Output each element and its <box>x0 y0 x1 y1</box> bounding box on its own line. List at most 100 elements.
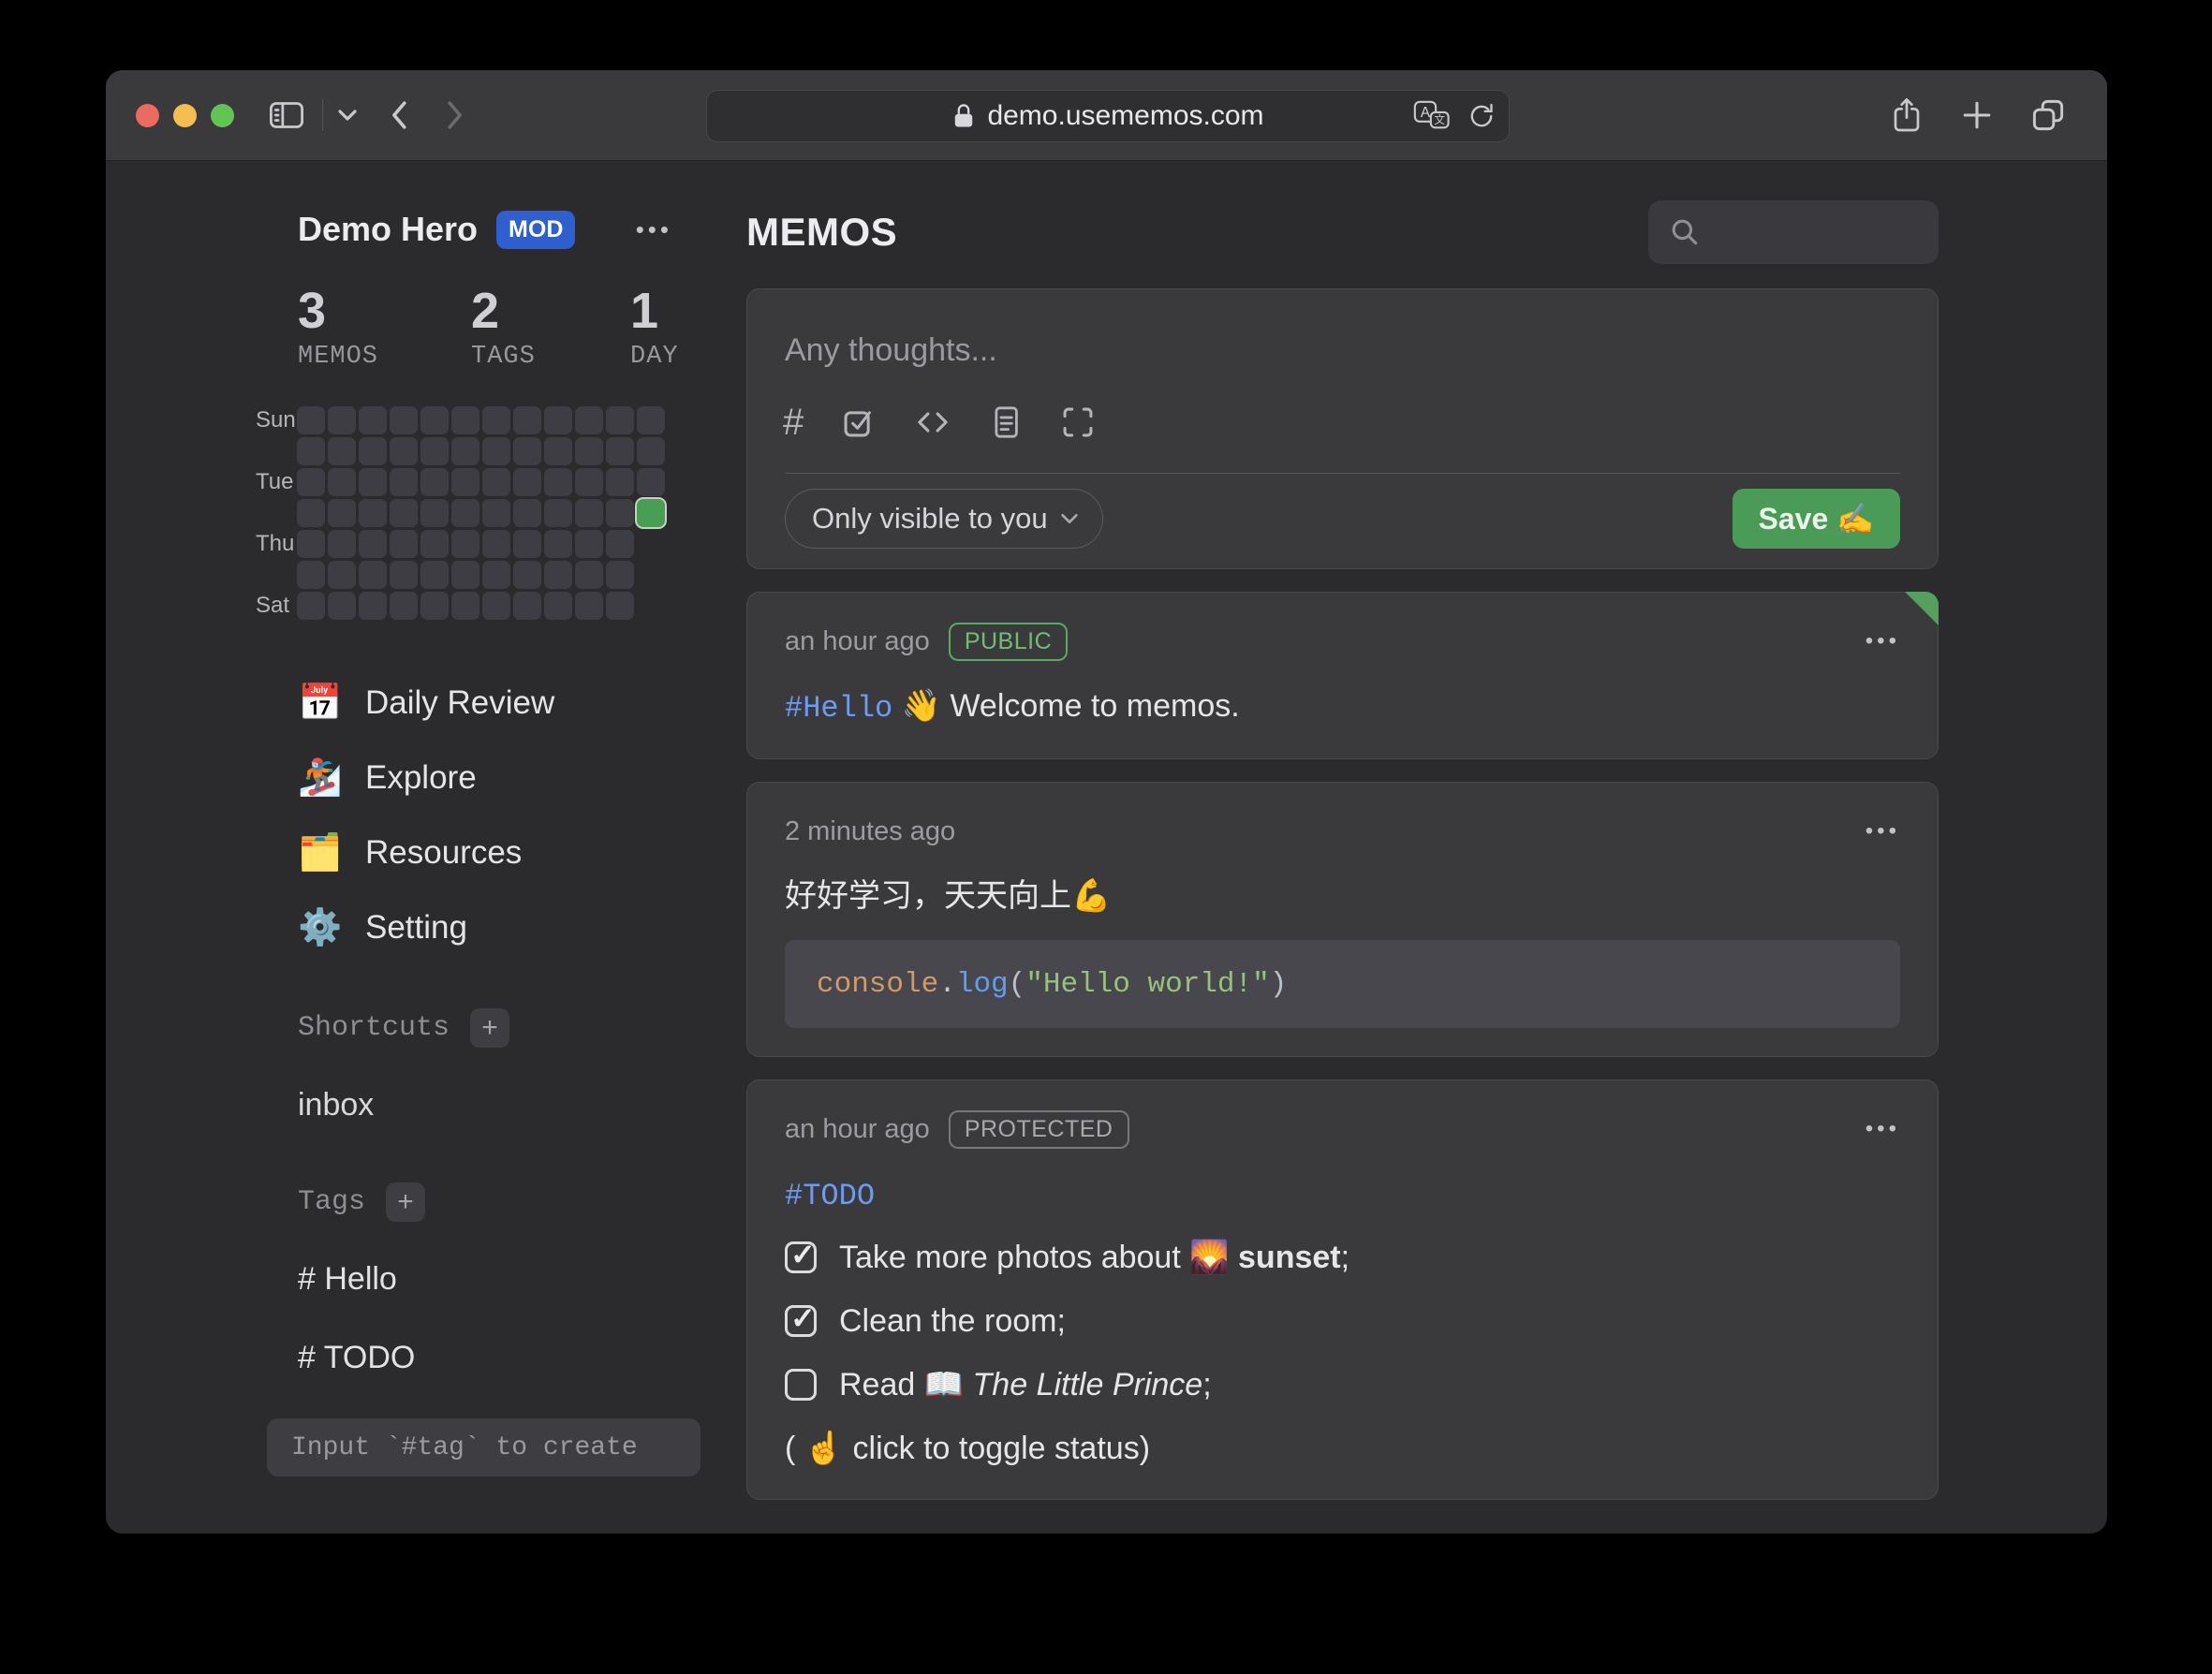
heatmap-cell <box>420 561 449 589</box>
heatmap-cell <box>544 530 572 558</box>
share-button[interactable] <box>1890 96 1924 134</box>
user-menu-button[interactable]: ••• <box>636 215 672 244</box>
minimize-window-button[interactable] <box>173 104 197 127</box>
heatmap-cell <box>575 592 603 620</box>
heatmap-cell <box>359 406 387 434</box>
heatmap-cell <box>606 406 634 434</box>
heatmap-cell <box>451 561 479 589</box>
sidebar: Demo Hero MOD ••• 3 MEMOS 2 TAGS 1 DAY S… <box>106 161 721 1534</box>
visibility-badge-public: PUBLIC <box>949 623 1068 661</box>
zoom-window-button[interactable] <box>211 104 234 127</box>
forward-button[interactable] <box>443 98 467 132</box>
fullscreen-icon <box>1060 404 1096 440</box>
add-tag-button[interactable]: + <box>386 1182 425 1222</box>
heatmap-cell <box>637 406 665 434</box>
save-button[interactable]: Save ✍️ <box>1733 489 1900 549</box>
code-insert-button[interactable] <box>914 405 951 439</box>
memo-timestamp: an hour ago <box>785 1114 930 1145</box>
sidebar-toggle-button[interactable] <box>268 98 305 132</box>
memo-timestamp: an hour ago <box>785 626 930 657</box>
tags-header: Tags + <box>298 1181 721 1224</box>
heatmap-day-label: Sun <box>256 407 297 433</box>
link-resource-button[interactable] <box>989 404 1023 440</box>
username: Demo Hero <box>298 210 478 249</box>
user-banner[interactable]: Demo Hero MOD ••• <box>298 206 672 253</box>
tab-overview-button[interactable] <box>2030 97 2066 133</box>
memo-timestamp: 2 minutes ago <box>785 816 955 847</box>
search-input[interactable] <box>1648 200 1939 264</box>
activity-heatmap: SunTueThuSat <box>256 404 721 621</box>
memo-menu-button[interactable]: ••• <box>1865 1116 1900 1142</box>
heatmap-cell <box>359 499 387 527</box>
gear-icon: ⚙️ <box>298 907 341 948</box>
pinned-corner-fold <box>1905 592 1939 625</box>
fullscreen-button[interactable] <box>1060 404 1096 440</box>
browser-window: demo.usememos.com A 文 <box>106 70 2107 1534</box>
role-badge: MOD <box>496 211 575 249</box>
heatmap-cell <box>544 561 572 589</box>
todo-note: ( ☝️ click to toggle status) <box>785 1426 1900 1471</box>
page-header: MEMOS <box>746 200 1939 264</box>
heatmap-day-label: Sat <box>256 593 297 619</box>
heatmap-cell <box>390 530 418 558</box>
checkbox[interactable] <box>785 1369 817 1401</box>
heatmap-cell <box>297 592 325 620</box>
nav-label: Daily Review <box>365 684 554 722</box>
folder-icon: 🗂️ <box>298 832 341 874</box>
heatmap-cell <box>513 561 541 589</box>
visibility-select[interactable]: Only visible to you <box>785 489 1103 549</box>
sidebar-item-explore[interactable]: 🏂 Explore <box>298 741 721 815</box>
memo-editor[interactable]: Any thoughts... # <box>746 288 1939 569</box>
heatmap-cell <box>575 561 603 589</box>
memo-menu-button[interactable]: ••• <box>1865 628 1900 654</box>
heatmap-cell <box>451 530 479 558</box>
heatmap-cell <box>575 499 603 527</box>
heatmap-cell <box>297 437 325 465</box>
sidebar-nav: 📅 Daily Review 🏂 Explore 🗂️ Resources ⚙️… <box>298 666 721 965</box>
heatmap-cell <box>328 592 356 620</box>
shortcut-item-inbox[interactable]: inbox <box>298 1087 721 1128</box>
new-tab-button[interactable] <box>1961 99 1993 131</box>
back-icon <box>387 98 411 132</box>
tag-insert-button[interactable]: # <box>783 404 804 441</box>
heatmap-cell <box>297 406 325 434</box>
reload-button[interactable] <box>1467 102 1496 130</box>
add-shortcut-button[interactable]: + <box>470 1008 509 1048</box>
stat-memos: 3 MEMOS <box>298 285 471 371</box>
heatmap-cell <box>606 499 634 527</box>
todo-item: Clean the room; <box>785 1297 1900 1345</box>
heatmap-cell <box>390 592 418 620</box>
heatmap-cell <box>575 530 603 558</box>
heatmap-cell <box>359 561 387 589</box>
sidebar-tag-hello[interactable]: # Hello <box>298 1261 721 1302</box>
address-bar[interactable]: demo.usememos.com A 文 <box>706 90 1510 142</box>
heatmap-cell <box>328 561 356 589</box>
memo-tag-todo[interactable]: #TODO <box>785 1179 875 1213</box>
heatmap-cell <box>482 592 510 620</box>
svg-text:文: 文 <box>1434 113 1445 126</box>
memo-tag-hello[interactable]: #Hello <box>785 691 892 726</box>
heatmap-cell <box>482 530 510 558</box>
memo-card-todo: an hour ago PROTECTED ••• #TODO Take mor… <box>746 1079 1939 1500</box>
forward-icon <box>443 98 467 132</box>
sidebar-item-setting[interactable]: ⚙️ Setting <box>298 890 721 965</box>
document-icon <box>989 404 1023 440</box>
memo-card-study: 2 minutes ago ••• 好好学习，天天向上💪 console.log… <box>746 782 1939 1057</box>
translate-button[interactable]: A 文 <box>1413 100 1451 132</box>
checkbox[interactable] <box>785 1241 817 1273</box>
checkbox-insert-button[interactable] <box>841 404 877 440</box>
back-button[interactable] <box>387 98 411 132</box>
calendar-icon: 📅 <box>298 683 341 724</box>
checkbox[interactable] <box>785 1305 817 1337</box>
sidebar-menu-button[interactable] <box>336 107 359 124</box>
sidebar-tag-todo[interactable]: # TODO <box>298 1340 721 1381</box>
heatmap-cell <box>451 437 479 465</box>
sidebar-item-daily-review[interactable]: 📅 Daily Review <box>298 666 721 741</box>
memo-menu-button[interactable]: ••• <box>1865 818 1900 844</box>
chevron-down-icon <box>1059 511 1080 526</box>
sidebar-item-resources[interactable]: 🗂️ Resources <box>298 815 721 890</box>
tag-create-input[interactable]: Input `#tag` to create <box>267 1418 700 1476</box>
shortcuts-header: Shortcuts + <box>298 1006 721 1050</box>
heatmap-cell <box>544 499 572 527</box>
close-window-button[interactable] <box>136 104 159 127</box>
